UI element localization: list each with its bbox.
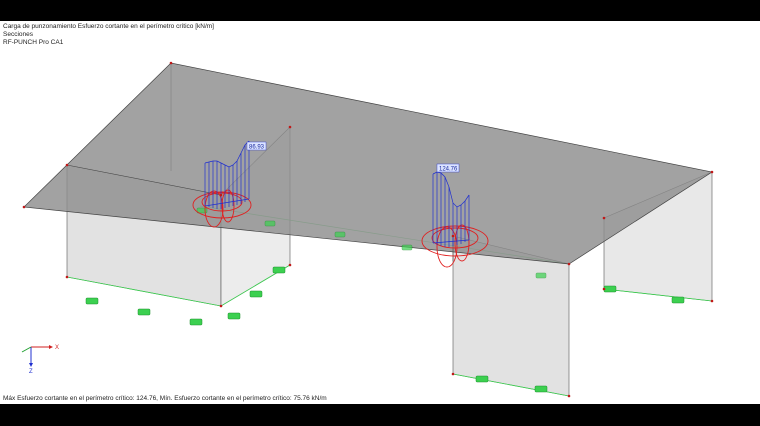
model-scene[interactable]: 86.93 124.76 X Z [0,21,760,404]
axis-z-label: Z [29,369,33,375]
axis-triad: X Z [21,345,59,375]
status-bar-text: Máx Esfuerzo cortante en el perímetro cr… [3,395,327,402]
model-viewport[interactable]: 86.93 124.76 X Z Carga de punzonamiento … [0,21,760,404]
result-type-line: Carga de punzonamiento Esfuerzo cortante… [3,23,214,30]
value-text-left: 86.93 [249,145,265,151]
app-frame: 86.93 124.76 X Z Carga de punzonamiento … [0,0,760,426]
result-info-panel: Carga de punzonamiento Esfuerzo cortante… [3,23,214,47]
value-text-right: 124.76 [439,167,458,173]
result-case-line: RF-PUNCH Pro CA1 [3,39,64,46]
value-label-right[interactable]: 124.76 [436,163,460,173]
result-sections-line: Secciones [3,31,33,38]
value-label-left[interactable]: 86.93 [246,141,267,151]
axis-x-label: X [55,345,59,351]
